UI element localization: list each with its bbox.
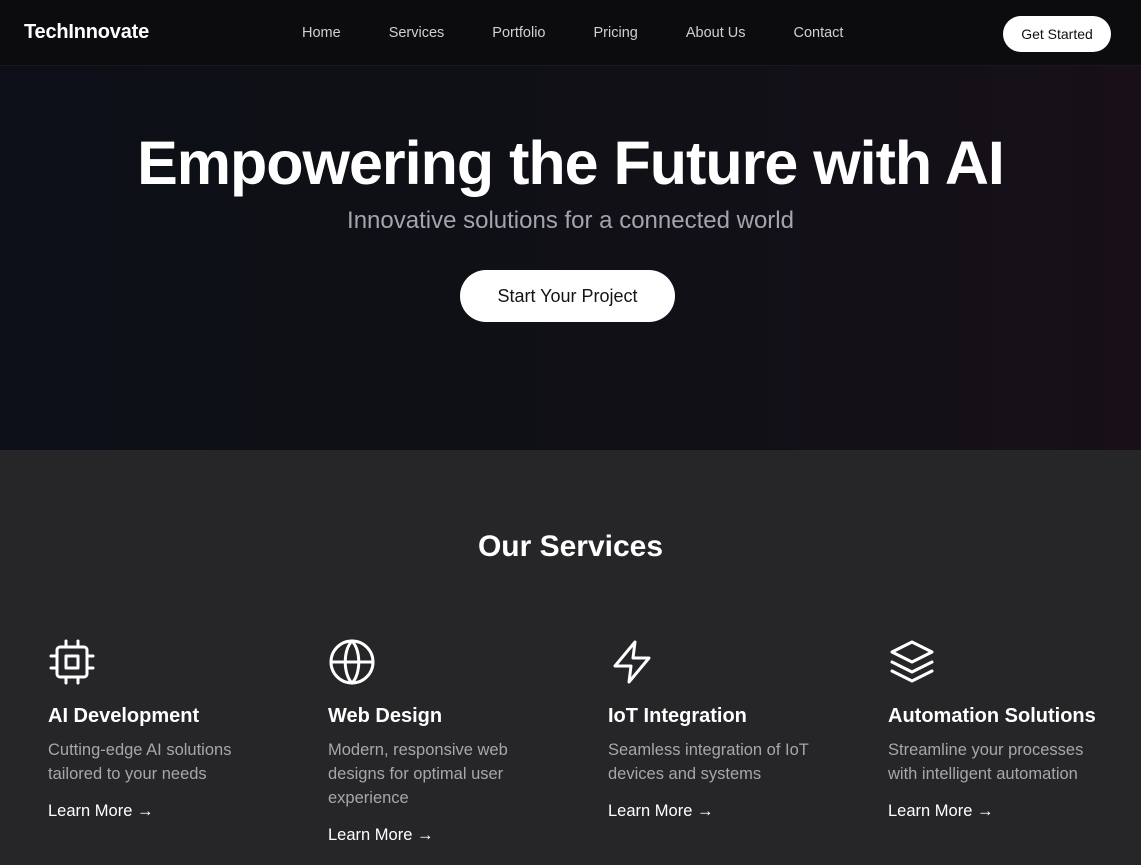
learn-more-link[interactable]: Learn More → <box>48 802 153 821</box>
service-title: Automation Solutions <box>888 705 1096 727</box>
start-your-project-button[interactable]: Start Your Project <box>460 270 675 322</box>
nav-link-home[interactable]: Home <box>302 25 341 41</box>
top-navbar: TechInnovate Home Services Portfolio Pri… <box>0 0 1141 66</box>
service-description: Streamline your processes with intellige… <box>888 741 1084 783</box>
service-description: Cutting-edge AI solutions tailored to yo… <box>48 741 232 783</box>
nav-links: Home Services Portfolio Pricing About Us… <box>302 25 891 41</box>
nav-link-services[interactable]: Services <box>389 25 445 41</box>
get-started-button[interactable]: Get Started <box>1003 16 1111 52</box>
learn-more-link[interactable]: Learn More → <box>328 826 433 845</box>
service-title: Web Design <box>328 705 443 727</box>
nav-link-contact[interactable]: Contact <box>793 25 843 41</box>
cpu-icon <box>49 639 95 685</box>
service-title: AI Development <box>48 705 200 727</box>
hero-title: Empowering the Future with AI <box>137 129 1005 197</box>
service-description: Modern, responsive web designs for optim… <box>328 741 508 807</box>
services-section: Our Services AI Development Cutting-edge… <box>0 450 1141 865</box>
layers-icon <box>890 640 934 683</box>
nav-link-about-us[interactable]: About Us <box>686 25 746 41</box>
learn-more-link[interactable]: Learn More → <box>888 802 993 821</box>
nav-link-portfolio[interactable]: Portfolio <box>492 25 545 41</box>
nav-link-pricing[interactable]: Pricing <box>594 25 638 41</box>
globe-icon <box>329 639 375 685</box>
service-title: IoT Integration <box>608 705 747 727</box>
service-card-ai-development: AI Development Cutting-edge AI solutions… <box>48 638 258 821</box>
services-title: Our Services <box>477 530 664 563</box>
learn-more-link[interactable]: Learn More → <box>608 802 713 821</box>
brand-logo[interactable]: TechInnovate <box>24 21 149 44</box>
service-description: Seamless integration of IoT devices and … <box>608 741 809 783</box>
lightning-icon <box>613 640 651 684</box>
service-card-automation-solutions: Automation Solutions Streamline your pro… <box>888 638 1098 821</box>
service-card-web-design: Web Design Modern, responsive web design… <box>328 638 538 845</box>
service-card-iot-integration: IoT Integration Seamless integration of … <box>608 638 818 821</box>
hero-section: Empowering the Future with AI Innovative… <box>0 66 1141 450</box>
hero-subtitle: Innovative solutions for a connected wor… <box>347 207 794 234</box>
